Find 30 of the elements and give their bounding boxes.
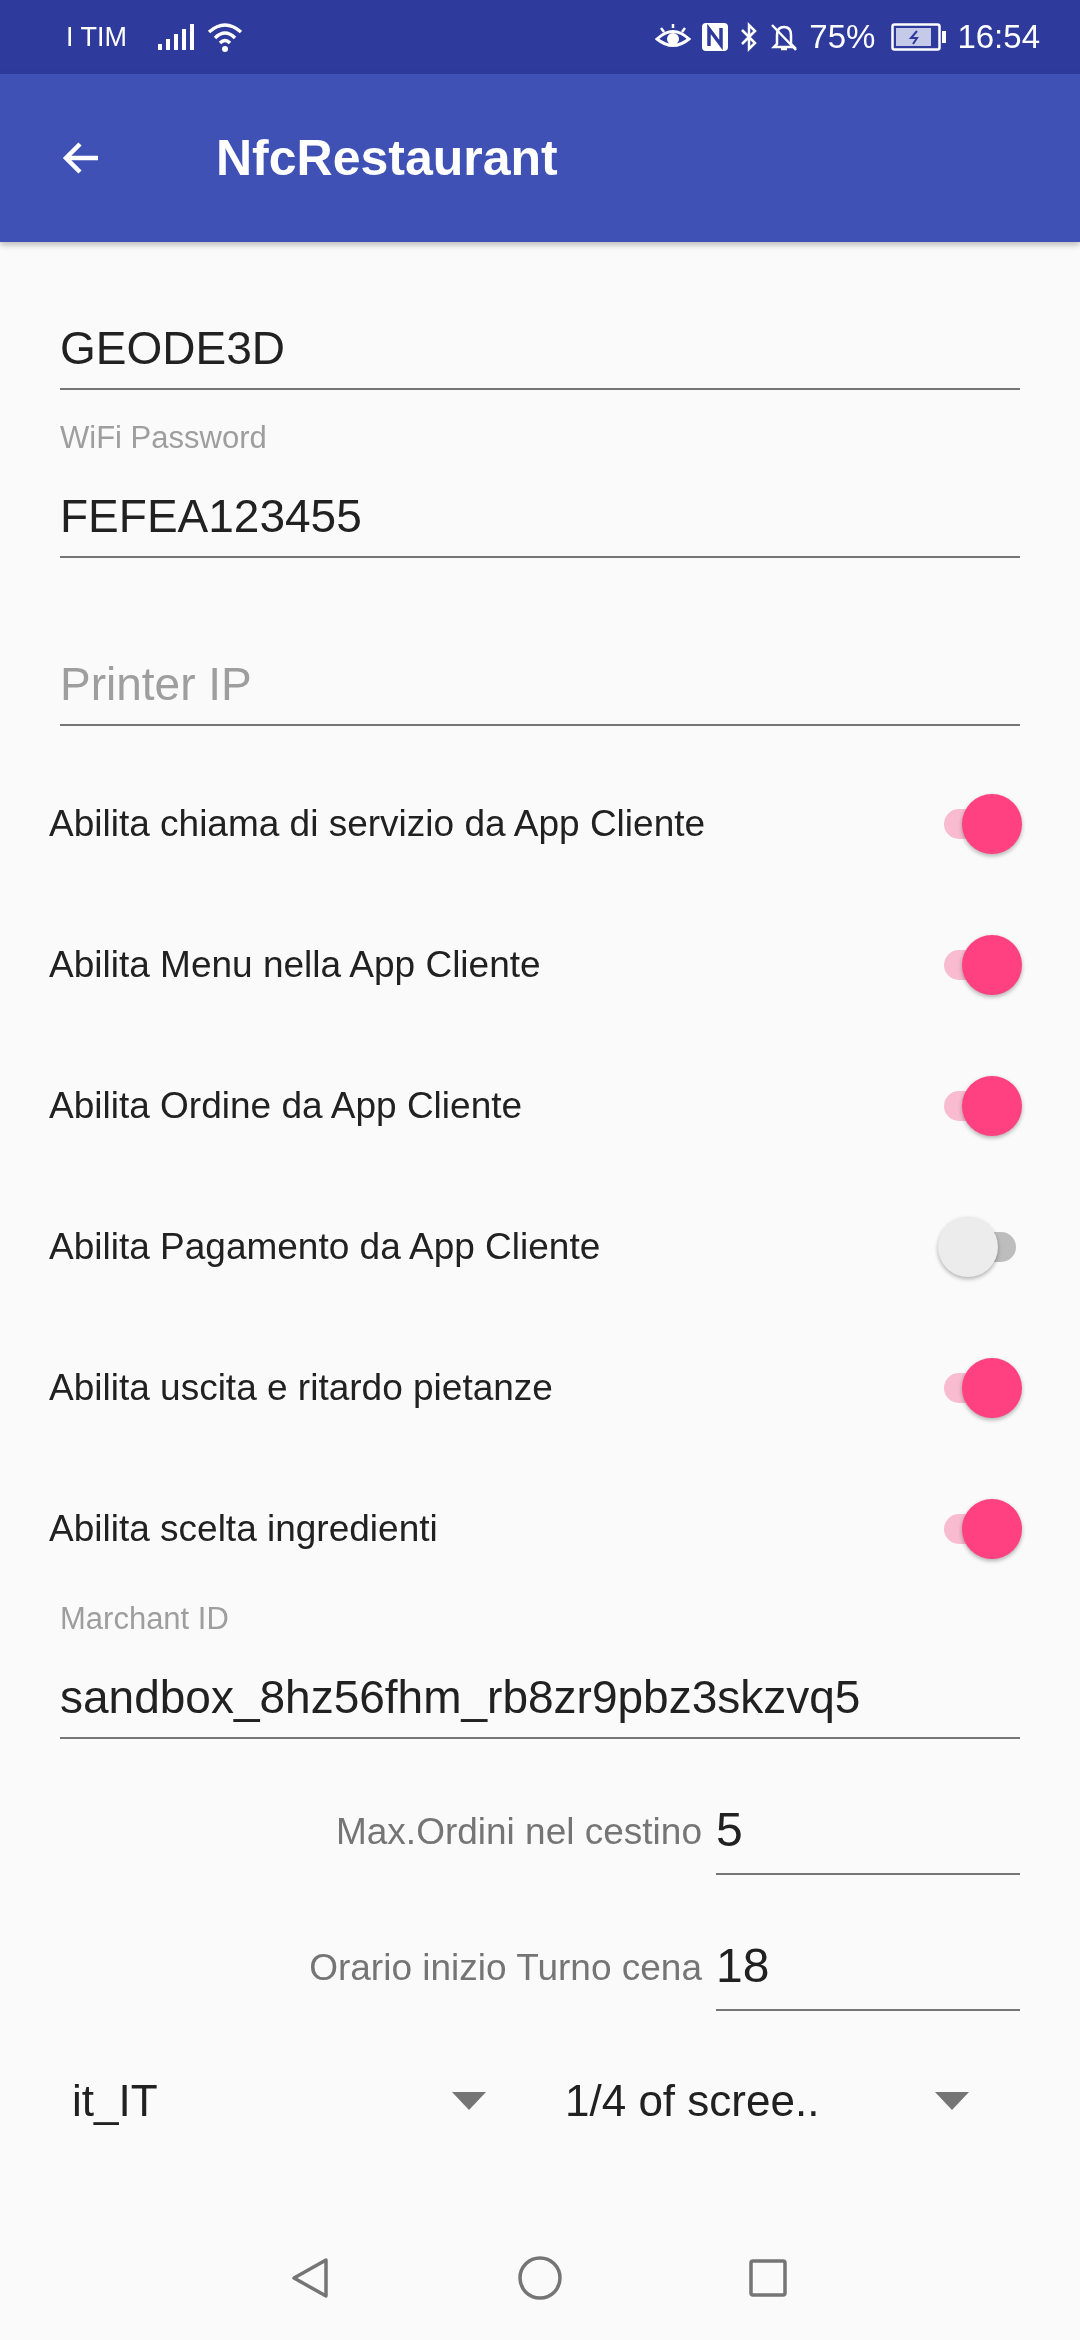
wifi-icon xyxy=(207,22,243,52)
switch-label: Abilita uscita e ritardo pietanze xyxy=(49,1366,553,1409)
switch-label: Abilita scelta ingredienti xyxy=(49,1507,438,1550)
switch-label: Abilita Ordine da App Cliente xyxy=(49,1084,523,1127)
carrier-name: I TIM xyxy=(66,21,127,53)
input-field[interactable]: sandbox_8hz56fhm_rb8zr9pbz3skzvq5 xyxy=(60,1669,1020,1739)
switch-label: Abilita Pagamento da App Cliente xyxy=(49,1225,601,1268)
field-label: Marchant ID xyxy=(60,1601,229,1636)
switch-label: Abilita Menu nella App Cliente xyxy=(49,943,541,986)
switch-label: Abilita chiama di servizio da App Cliente xyxy=(49,802,706,845)
field-label: Max.Ordini nel cestino xyxy=(335,1811,702,1854)
input-field[interactable]: GEODE3D xyxy=(60,320,1020,390)
field-label: Orario inizio Turno cena xyxy=(309,1947,702,1990)
caret-icon xyxy=(452,2092,486,2110)
bell-off-icon xyxy=(769,22,800,52)
home-icon[interactable] xyxy=(516,2253,564,2302)
input-field[interactable]: 5 xyxy=(716,1801,1020,1875)
clock: 16:54 xyxy=(957,18,1040,56)
nfc-icon xyxy=(701,22,730,52)
input-field[interactable]: Printer IP xyxy=(60,656,1020,726)
field-label: WiFi Password xyxy=(60,420,267,455)
battery-icon xyxy=(891,23,948,51)
dropdown[interactable]: it_IT xyxy=(72,2069,486,2133)
battery-percentage: 75% xyxy=(809,18,876,56)
input-field[interactable]: 18 xyxy=(716,1937,1020,2011)
dropdown[interactable]: 1/4 of scree.. xyxy=(565,2069,969,2133)
caret-icon xyxy=(935,2092,969,2110)
app-title: NfcRestaurant xyxy=(216,129,558,187)
signal-icon xyxy=(157,24,197,50)
input-field[interactable]: FEFEA123455 xyxy=(60,488,1020,558)
